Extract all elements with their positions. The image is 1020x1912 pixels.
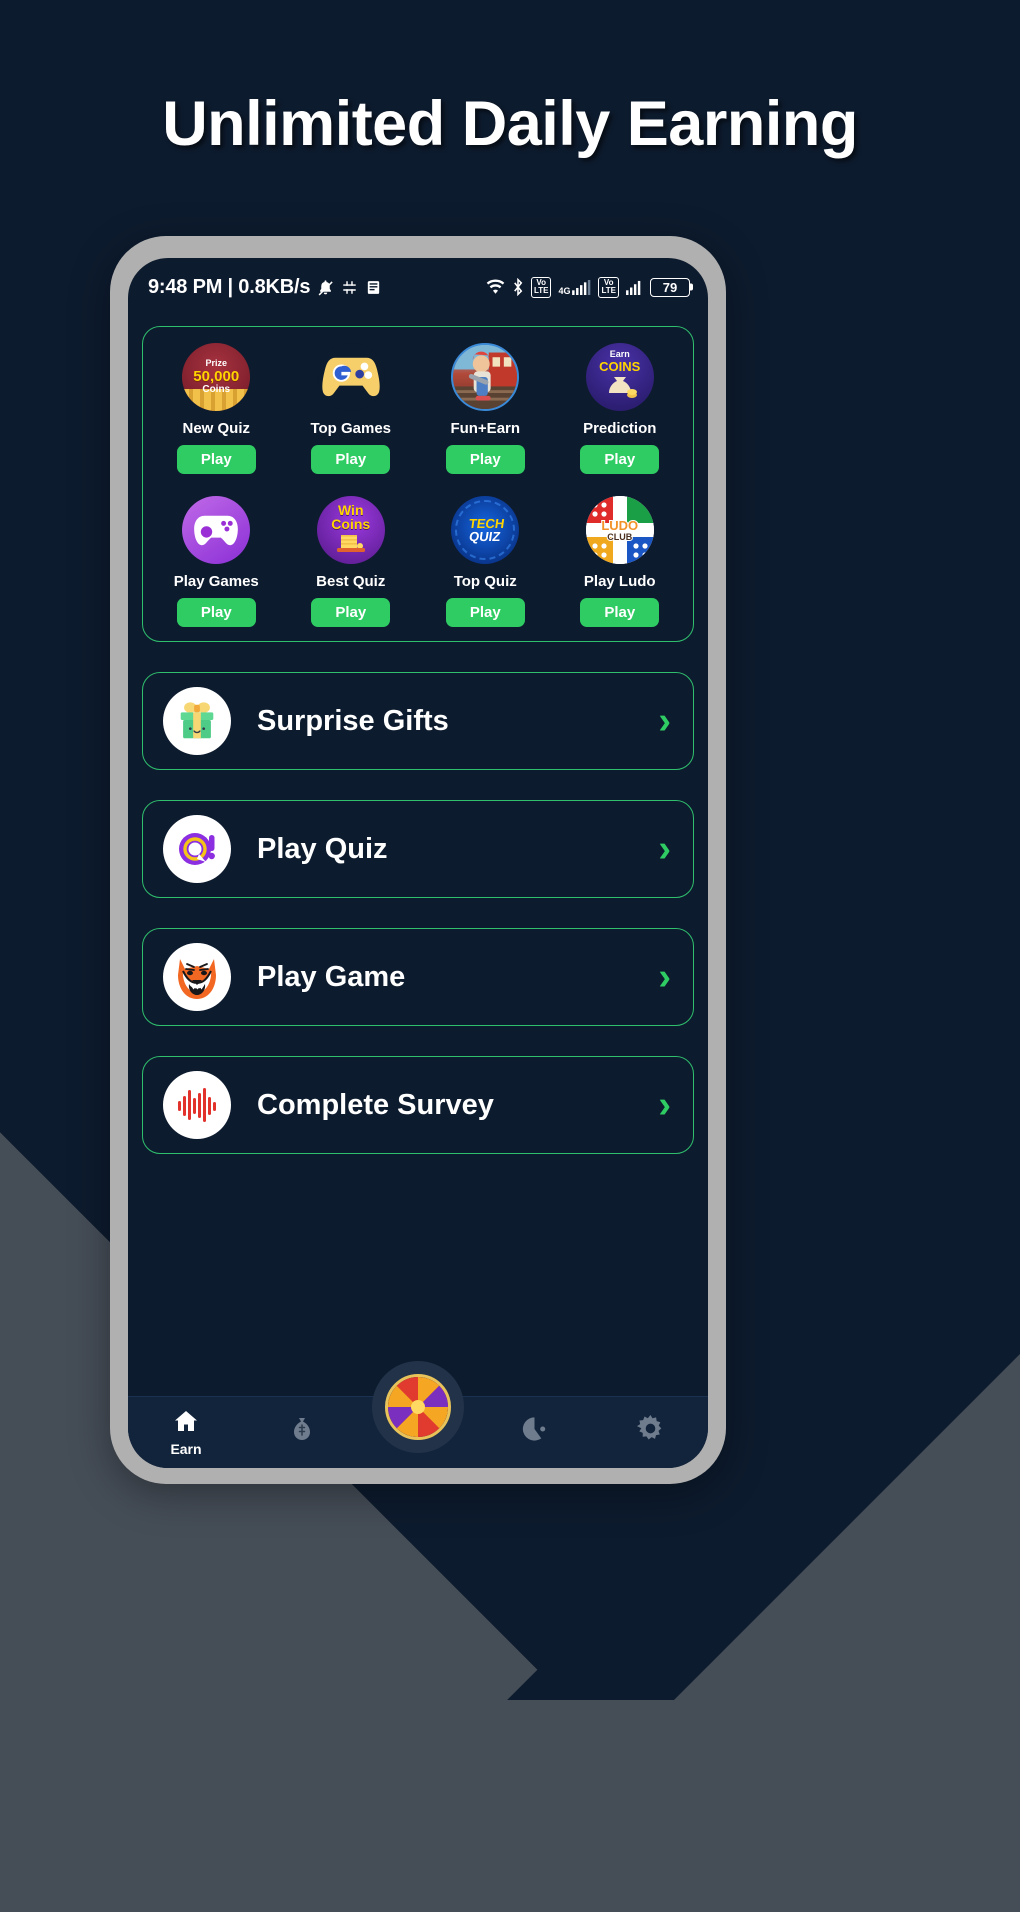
- feature-list: Surprise Gifts › Play Quiz › Play Game ›…: [142, 672, 694, 1154]
- nav-item-earn[interactable]: Earn: [128, 1397, 244, 1468]
- game-grid-card: Prize 50,000 Coins New Quiz Play Top Gam…: [142, 326, 694, 642]
- gamepad-purple-icon: [182, 496, 251, 564]
- earn-coins-icon: Earn COINS: [585, 343, 654, 411]
- tile-label: Prediction: [583, 420, 657, 437]
- tile-label: New Quiz: [182, 420, 250, 437]
- list-item-label: Complete Survey: [257, 1088, 494, 1121]
- money-bag-icon: [289, 1416, 315, 1447]
- pacman-icon: [521, 1416, 548, 1447]
- ludo-club-icon: LUDO CLUB: [585, 496, 654, 564]
- tile-label: Fun+Earn: [450, 420, 521, 437]
- status-bar-right: Vo LTE 4G Vo LTE 79: [486, 276, 690, 298]
- status-time-and-speed: 9:48 PM | 0.8KB/s: [148, 275, 311, 298]
- tile-badge-mid: Coins: [331, 516, 371, 533]
- tile-badge-top: Earn: [609, 349, 630, 359]
- play-button[interactable]: Play: [580, 445, 660, 474]
- list-item-complete-survey[interactable]: Complete Survey ›: [142, 1056, 694, 1154]
- tile-top-quiz[interactable]: TECH QUIZ Top Quiz Play: [424, 496, 546, 627]
- tile-badge-bot: Coins: [202, 384, 231, 395]
- nav-item-label: Earn: [170, 1440, 202, 1457]
- tile-badge-top: Prize: [205, 358, 227, 368]
- tile-label: Top Quiz: [453, 573, 517, 590]
- page-root: Unlimited Daily Earning 9:48 PM | 0.8KB/…: [0, 0, 1020, 1912]
- bluetooth-icon: [512, 277, 524, 297]
- list-item-surprise-gifts[interactable]: Surprise Gifts ›: [142, 672, 694, 770]
- status-bar-left: 9:48 PM | 0.8KB/s: [148, 276, 382, 299]
- chevron-right-icon: ›: [658, 956, 671, 998]
- nav-item-wallet[interactable]: [244, 1397, 360, 1468]
- tile-best-quiz[interactable]: Win Coins Best Quiz Play: [290, 496, 412, 627]
- list-item-label: Play Quiz: [257, 832, 388, 865]
- play-button[interactable]: Play: [580, 598, 660, 627]
- chevron-right-icon: ›: [658, 1084, 671, 1126]
- game-grid-row-1: Prize 50,000 Coins New Quiz Play Top Gam…: [149, 343, 687, 474]
- tile-top-games[interactable]: Top Games Play: [290, 343, 412, 474]
- tile-badge-top: TECH: [467, 515, 505, 531]
- tile-prediction[interactable]: Earn COINS Prediction Play: [559, 343, 681, 474]
- play-button[interactable]: Play: [445, 598, 525, 627]
- survey-bars-icon: [163, 1071, 231, 1139]
- gear-icon: [636, 1415, 664, 1447]
- gamepad-yellow-icon: [316, 343, 385, 411]
- slack-icon: [341, 279, 358, 296]
- tile-label: Play Ludo: [583, 573, 656, 590]
- nav-item-settings[interactable]: [592, 1397, 708, 1468]
- gift-box-icon: [163, 687, 231, 755]
- list-item-play-quiz[interactable]: Play Quiz ›: [142, 800, 694, 898]
- bottom-navigation: Earn: [128, 1361, 708, 1468]
- page-title: Unlimited Daily Earning: [162, 89, 858, 159]
- tile-fun-earn[interactable]: Fun+Earn Play: [424, 343, 546, 474]
- home-icon: [173, 1409, 199, 1438]
- chevron-right-icon: ›: [658, 828, 671, 870]
- phone-screen: 9:48 PM | 0.8KB/s Vo LTE 4G Vo LTE 79 Pr…: [128, 258, 708, 1468]
- play-button[interactable]: Play: [176, 598, 256, 627]
- win-coins-icon: Win Coins: [316, 496, 385, 564]
- spin-wheel-button[interactable]: [372, 1361, 464, 1453]
- tile-label: Best Quiz: [316, 573, 386, 590]
- prize-coins-icon: Prize 50,000 Coins: [182, 343, 251, 411]
- tiger-head-icon: [163, 943, 231, 1011]
- main-content: Prize 50,000 Coins New Quiz Play Top Gam…: [128, 316, 708, 1396]
- note-icon: [365, 279, 382, 296]
- subway-surfer-icon: [451, 343, 520, 411]
- phone-frame: 9:48 PM | 0.8KB/s Vo LTE 4G Vo LTE 79 Pr…: [110, 236, 726, 1484]
- signal-icon: [626, 280, 643, 295]
- tile-badge-mid: QUIZ: [467, 529, 501, 544]
- background-wedge-bottom: [0, 1700, 1020, 1912]
- list-item-label: Play Game: [257, 960, 406, 993]
- wifi-icon: [486, 279, 505, 295]
- bell-muted-icon: [317, 279, 334, 296]
- 4g-signal-icon: 4G: [558, 279, 591, 295]
- tile-badge-top: LUDO: [600, 517, 639, 533]
- nav-item-games[interactable]: [476, 1397, 592, 1468]
- tile-badge-top: Win: [337, 502, 364, 519]
- tile-label: Play Games: [173, 573, 259, 590]
- tile-badge-mid: CLUB: [606, 531, 633, 542]
- status-bar: 9:48 PM | 0.8KB/s Vo LTE 4G Vo LTE 79: [128, 258, 708, 316]
- tech-quiz-icon: TECH QUIZ: [451, 496, 520, 564]
- volte-icon: Vo LTE: [530, 276, 552, 298]
- play-button[interactable]: Play: [311, 445, 391, 474]
- play-button[interactable]: Play: [176, 445, 256, 474]
- tile-play-ludo[interactable]: LUDO CLUB Play Ludo Play: [559, 496, 681, 627]
- tile-badge-mid: COINS: [599, 359, 641, 374]
- list-item-play-game[interactable]: Play Game ›: [142, 928, 694, 1026]
- quiz-q-icon: [163, 815, 231, 883]
- tile-label: Top Games: [310, 420, 392, 437]
- tile-badge-mid: 50,000: [193, 368, 240, 385]
- play-button[interactable]: Play: [445, 445, 525, 474]
- play-button[interactable]: Play: [311, 598, 391, 627]
- chevron-right-icon: ›: [658, 700, 671, 742]
- tile-new-quiz[interactable]: Prize 50,000 Coins New Quiz Play: [155, 343, 277, 474]
- volte-icon-2: Vo LTE: [598, 276, 619, 298]
- list-item-label: Surprise Gifts: [257, 704, 449, 737]
- spin-wheel-icon: [385, 1374, 451, 1440]
- game-grid-row-2: Play Games Play Win Coins Best Quiz Play…: [149, 496, 687, 627]
- tile-play-games[interactable]: Play Games Play: [155, 496, 277, 627]
- battery-indicator: 79: [650, 277, 690, 297]
